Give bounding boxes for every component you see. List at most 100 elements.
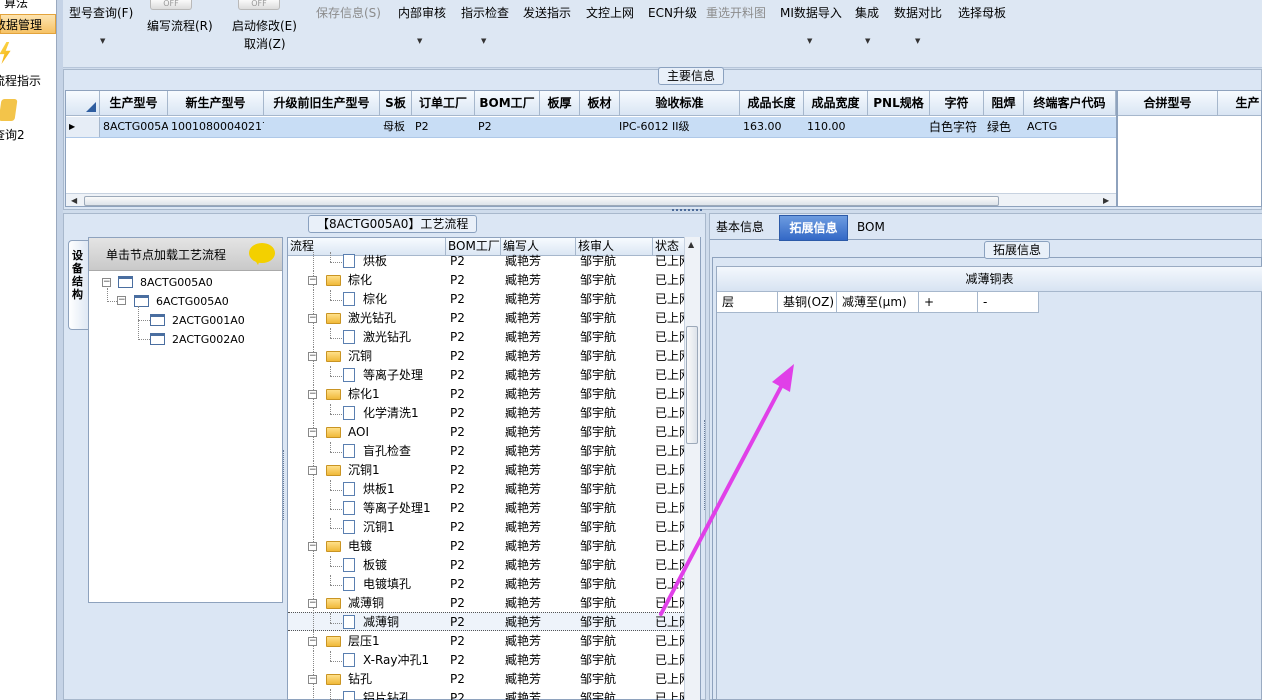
data-compare-button[interactable]: 数据对比	[894, 4, 942, 21]
process-writer[interactable]: 臧艳芳	[505, 328, 575, 347]
process-bom-factory[interactable]: P2	[450, 404, 500, 423]
nav-item-algorithm[interactable]: 算法	[4, 0, 28, 11]
process-status[interactable]: 已上网	[655, 689, 684, 700]
add-row-button[interactable]: +	[919, 292, 978, 313]
chevron-down-icon[interactable]: ▼	[915, 37, 920, 45]
col-header-merge-model[interactable]: 合拼型号	[1118, 91, 1218, 116]
process-bom-factory[interactable]: P2	[450, 499, 500, 518]
process-writer[interactable]: 臧艳芳	[505, 480, 575, 499]
process-name[interactable]: 激光钻孔	[348, 309, 446, 328]
process-status[interactable]: 已上网	[655, 537, 684, 556]
process-reviewer[interactable]: 邹宇航	[580, 632, 652, 651]
vertical-scrollbar[interactable]: ▲	[684, 237, 700, 700]
nav-item-query2[interactable]: 查询2	[0, 126, 25, 143]
process-status[interactable]: 已上网	[655, 328, 684, 347]
toggle-off-switch[interactable]: OFF	[150, 0, 192, 10]
process-reviewer[interactable]: 邹宇航	[580, 252, 652, 271]
chevron-down-icon[interactable]: ▼	[417, 37, 422, 45]
tree-node-leaf[interactable]: 2ACTG001A0	[172, 314, 245, 327]
process-writer[interactable]: 臧艳芳	[505, 442, 575, 461]
process-name[interactable]: 烘板	[363, 252, 446, 271]
side-tab-equipment-structure[interactable]: 设备结构	[68, 240, 88, 330]
process-status[interactable]: 已上网	[655, 309, 684, 328]
process-reviewer[interactable]: 邹宇航	[580, 613, 652, 632]
horizontal-scrollbar[interactable]: ◀ ▶	[66, 193, 1116, 206]
process-writer[interactable]: 臧艳芳	[505, 461, 575, 480]
splitter-grip[interactable]	[283, 450, 287, 520]
collapse-icon[interactable]: −	[308, 675, 317, 684]
process-status[interactable]: 已上网	[655, 252, 684, 271]
process-name[interactable]: 沉铜	[348, 347, 446, 366]
process-reviewer[interactable]: 邹宇航	[580, 290, 652, 309]
process-reviewer[interactable]: 邹宇航	[580, 385, 652, 404]
reselect-material-button[interactable]: 重选开料图	[706, 4, 766, 21]
process-bom-factory[interactable]: P2	[450, 366, 500, 385]
process-name[interactable]: 沉铜1	[363, 518, 446, 537]
cell-old-model[interactable]	[264, 117, 380, 137]
integrate-button[interactable]: 集成	[855, 4, 879, 21]
scroll-up-icon[interactable]: ▲	[688, 240, 694, 249]
process-name[interactable]: 铝片钻孔	[363, 689, 446, 700]
col-header-thin-to[interactable]: 减薄至(μm)	[837, 292, 919, 313]
col-header-mask[interactable]: 阻焊	[984, 91, 1024, 116]
process-status[interactable]: 已上网	[655, 347, 684, 366]
process-status[interactable]: 已上网	[655, 423, 684, 442]
cell-length[interactable]: 163.00	[740, 117, 804, 137]
process-status[interactable]: 已上网	[655, 385, 684, 404]
process-writer[interactable]: 臧艳芳	[505, 366, 575, 385]
cell-material[interactable]	[580, 117, 620, 137]
collapse-icon[interactable]: −	[308, 428, 317, 437]
process-bom-factory[interactable]: P2	[450, 480, 500, 499]
tree-node-child[interactable]: 6ACTG005A0	[156, 295, 229, 308]
collapse-icon[interactable]: −	[308, 637, 317, 646]
process-name[interactable]: 电镀填孔	[363, 575, 446, 594]
mi-import-button[interactable]: MI数据导入	[780, 4, 842, 21]
process-reviewer[interactable]: 邹宇航	[580, 537, 652, 556]
col-header-standard[interactable]: 验收标准	[620, 91, 740, 116]
tree-node-root[interactable]: 8ACTG005A0	[140, 276, 213, 289]
process-bom-factory[interactable]: P2	[450, 252, 500, 271]
process-name[interactable]: 减薄铜	[363, 613, 446, 632]
process-reviewer[interactable]: 邹宇航	[580, 328, 652, 347]
process-reviewer[interactable]: 邹宇航	[580, 499, 652, 518]
process-reviewer[interactable]: 邹宇航	[580, 556, 652, 575]
process-reviewer[interactable]: 邹宇航	[580, 575, 652, 594]
process-status[interactable]: 已上网	[655, 271, 684, 290]
nav-item-flow-instruction[interactable]: 流程指示	[0, 72, 41, 89]
write-flow-button[interactable]: 编写流程(R)	[147, 17, 213, 34]
process-name[interactable]: 盲孔检查	[363, 442, 446, 461]
cell-mask[interactable]: 绿色	[984, 117, 1024, 137]
process-status[interactable]: 已上网	[655, 594, 684, 613]
process-name[interactable]: 钻孔	[348, 670, 446, 689]
select-master-button[interactable]: 选择母板	[958, 4, 1006, 21]
process-bom-factory[interactable]: P2	[450, 442, 500, 461]
process-name[interactable]: 棕化1	[348, 385, 446, 404]
chevron-down-icon[interactable]: ▼	[865, 37, 870, 45]
process-name[interactable]: 等离子处理1	[363, 499, 446, 518]
process-writer[interactable]: 臧艳芳	[505, 594, 575, 613]
process-writer[interactable]: 臧艳芳	[505, 499, 575, 518]
process-name[interactable]: 层压1	[348, 632, 446, 651]
internal-review-button[interactable]: 内部审核	[398, 4, 446, 21]
collapse-icon[interactable]: −	[308, 314, 317, 323]
process-reviewer[interactable]: 邹宇航	[580, 347, 652, 366]
process-bom-factory[interactable]: P2	[450, 651, 500, 670]
tree-node-leaf[interactable]: 2ACTG002A0	[172, 333, 245, 346]
process-reviewer[interactable]: 邹宇航	[580, 670, 652, 689]
process-bom-factory[interactable]: P2	[450, 347, 500, 366]
scroll-right-icon[interactable]: ▶	[1103, 196, 1109, 205]
process-status[interactable]: 已上网	[655, 632, 684, 651]
process-bom-factory[interactable]: P2	[450, 423, 500, 442]
col-header-thickness[interactable]: 板厚	[540, 91, 580, 116]
cell-s-board[interactable]: 母板	[380, 117, 412, 137]
process-writer[interactable]: 臧艳芳	[505, 385, 575, 404]
process-bom-factory[interactable]: P2	[450, 271, 500, 290]
process-status[interactable]: 已上网	[655, 499, 684, 518]
process-bom-factory[interactable]: P2	[450, 556, 500, 575]
process-bom-factory[interactable]: P2	[450, 537, 500, 556]
process-status[interactable]: 已上网	[655, 290, 684, 309]
process-bom-factory[interactable]: P2	[450, 328, 500, 347]
process-writer[interactable]: 臧艳芳	[505, 537, 575, 556]
process-status[interactable]: 已上网	[655, 670, 684, 689]
collapse-icon[interactable]: −	[308, 390, 317, 399]
